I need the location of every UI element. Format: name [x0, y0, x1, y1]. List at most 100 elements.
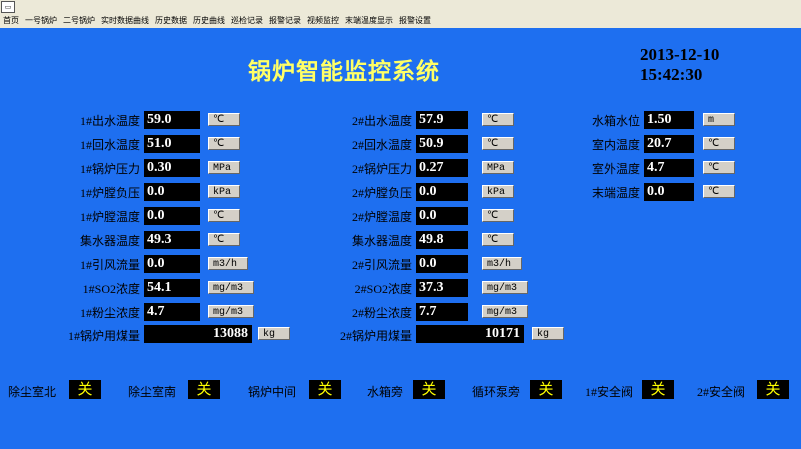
reading-value: 0.30: [144, 159, 200, 177]
reading-label: 1#出水温度: [79, 114, 140, 128]
menu-item-realtime-curve[interactable]: 实时数据曲线: [98, 14, 152, 28]
reading-unit: ℃: [482, 113, 514, 126]
reading-label: 2#锅炉压力: [351, 162, 412, 176]
reading-unit: kPa: [482, 185, 514, 198]
reading-label: 2#引风流量: [351, 258, 412, 272]
status-label: 水箱旁: [367, 385, 404, 399]
status-indicator: 关: [69, 380, 101, 399]
reading-value: 51.0: [144, 135, 200, 153]
coal-usage-value: 13088: [144, 325, 252, 343]
reading-unit: ℃: [482, 233, 514, 246]
reading-unit: mg/m3: [208, 305, 254, 318]
reading-label: 集水器温度: [351, 234, 412, 248]
coal-usage-unit: kg: [258, 327, 290, 340]
reading-unit: ℃: [703, 161, 735, 174]
status-indicator: 关: [757, 380, 789, 399]
status-indicator: 关: [309, 380, 341, 399]
reading-label: 1#锅炉压力: [79, 162, 140, 176]
reading-value: 59.0: [144, 111, 200, 129]
reading-value: 20.7: [644, 135, 694, 153]
reading-label: 1#SO2浓度: [82, 282, 140, 296]
reading-unit: kPa: [208, 185, 240, 198]
reading-value: 37.3: [416, 279, 468, 297]
reading-unit: m: [703, 113, 735, 126]
reading-value: 0.0: [416, 207, 468, 225]
status-label: 1#安全阀: [585, 385, 634, 399]
status-indicator: 关: [188, 380, 220, 399]
reading-unit: MPa: [482, 161, 514, 174]
reading-unit: ℃: [208, 113, 240, 126]
reading-label: 室外温度: [591, 162, 640, 176]
coal-usage-label: 1#锅炉用煤量: [67, 329, 140, 343]
reading-label: 1#炉膛温度: [79, 210, 140, 224]
reading-value: 0.27: [416, 159, 468, 177]
reading-value: 4.7: [644, 159, 694, 177]
reading-label: 末端温度: [591, 186, 640, 200]
menu-item-inspection-log[interactable]: 巡检记录: [228, 14, 266, 28]
reading-label: 2#炉膛温度: [351, 210, 412, 224]
menu-item-history-curve[interactable]: 历史曲线: [190, 14, 228, 28]
reading-label: 1#引风流量: [79, 258, 140, 272]
reading-unit: ℃: [482, 209, 514, 222]
reading-unit: mg/m3: [482, 305, 528, 318]
status-label: 除尘室北: [8, 385, 57, 399]
menu-item-alarm-settings[interactable]: 报警设置: [396, 14, 434, 28]
reading-unit: mg/m3: [208, 281, 254, 294]
reading-label: 2#出水温度: [351, 114, 412, 128]
reading-label: 集水器温度: [79, 234, 140, 248]
reading-value: 49.3: [144, 231, 200, 249]
menu-item-end-temperature[interactable]: 末端温度显示: [342, 14, 396, 28]
reading-value: 54.1: [144, 279, 200, 297]
reading-value: 0.0: [416, 183, 468, 201]
reading-label: 2#粉尘浓度: [351, 306, 412, 320]
reading-value: 0.0: [416, 255, 468, 273]
reading-label: 2#炉膛负压: [351, 186, 412, 200]
date-text: 2013-12-10: [640, 45, 720, 64]
reading-value: 0.0: [144, 207, 200, 225]
reading-label: 1#粉尘浓度: [79, 306, 140, 320]
reading-value: 0.0: [144, 255, 200, 273]
menu-item-video-monitor[interactable]: 视频监控: [304, 14, 342, 28]
status-label: 2#安全阀: [697, 385, 746, 399]
reading-value: 50.9: [416, 135, 468, 153]
status-indicator: 关: [530, 380, 562, 399]
reading-label: 2#回水温度: [351, 138, 412, 152]
reading-unit: m3/h: [208, 257, 248, 270]
coal-usage-unit: kg: [532, 327, 564, 340]
app-title: 锅炉智能监控系统: [248, 58, 440, 85]
reading-value: 49.8: [416, 231, 468, 249]
reading-value: 1.50: [644, 111, 694, 129]
menu-item-home[interactable]: 首页: [0, 14, 22, 28]
reading-unit: ℃: [208, 137, 240, 150]
status-label: 除尘室南: [128, 385, 177, 399]
reading-value: 4.7: [144, 303, 200, 321]
menu-item-boiler-2[interactable]: 二号锅炉: [60, 14, 98, 28]
reading-value: 0.0: [144, 183, 200, 201]
reading-value: 0.0: [644, 183, 694, 201]
time-text: 15:42:30: [640, 65, 703, 84]
reading-unit: ℃: [703, 137, 735, 150]
menu-row: 首页 一号锅炉 二号锅炉 实时数据曲线 历史数据 历史曲线 巡检记录 报警记录 …: [0, 14, 434, 28]
datetime-display: 2013-12-10 15:42:30: [640, 45, 719, 85]
menu-item-boiler-1[interactable]: 一号锅炉: [22, 14, 60, 28]
app-window-icon: ▭: [1, 1, 15, 13]
reading-label: 水箱水位: [591, 114, 640, 128]
reading-value: 57.9: [416, 111, 468, 129]
status-label: 锅炉中间: [248, 385, 297, 399]
reading-unit: m3/h: [482, 257, 522, 270]
coal-usage-label: 2#锅炉用煤量: [339, 329, 412, 343]
reading-label: 室内温度: [591, 138, 640, 152]
reading-unit: ℃: [703, 185, 735, 198]
reading-unit: ℃: [208, 209, 240, 222]
menu-bar: ▭ 首页 一号锅炉 二号锅炉 实时数据曲线 历史数据 历史曲线 巡检记录 报警记…: [0, 0, 801, 28]
status-label: 循环泵旁: [472, 385, 521, 399]
reading-label: 1#回水温度: [79, 138, 140, 152]
reading-unit: ℃: [482, 137, 514, 150]
status-indicator: 关: [413, 380, 445, 399]
coal-usage-value: 10171: [416, 325, 524, 343]
menu-item-history-data[interactable]: 历史数据: [152, 14, 190, 28]
reading-label: 1#炉膛负压: [79, 186, 140, 200]
reading-label: 2#SO2浓度: [354, 282, 412, 296]
reading-unit: MPa: [208, 161, 240, 174]
menu-item-alarm-log[interactable]: 报警记录: [266, 14, 304, 28]
